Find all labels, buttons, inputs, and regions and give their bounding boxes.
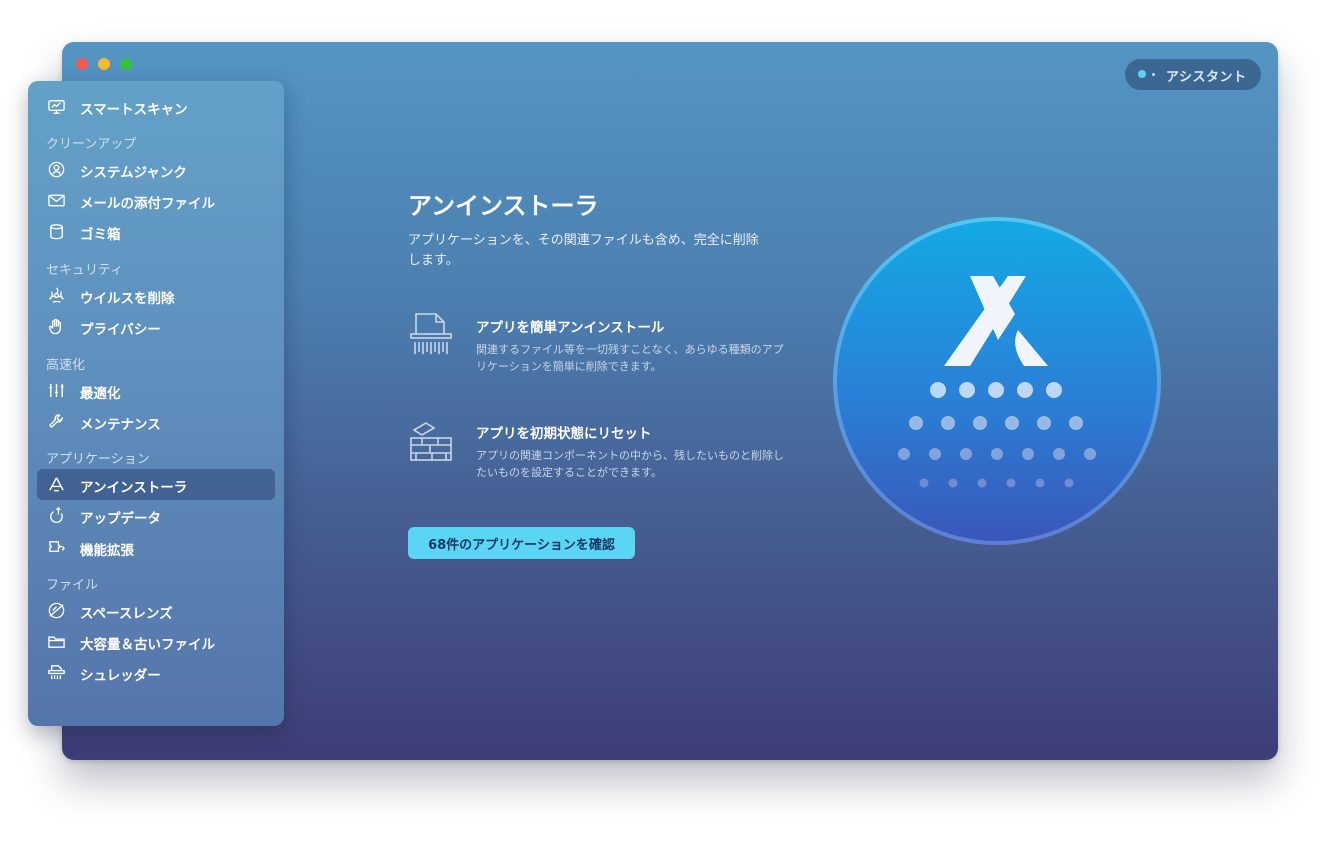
sidebar-item-privacy[interactable]: プライバシー — [37, 311, 275, 342]
section-heading-speed: 高速化 — [46, 358, 86, 373]
brick-wall-icon — [410, 422, 452, 461]
sidebar-item-optimization[interactable]: 最適化 — [37, 375, 275, 406]
space-lens-icon — [48, 602, 65, 619]
sidebar-item-label: システムジャンク — [80, 165, 187, 181]
sidebar-item-label: スペースレンズ — [80, 606, 173, 622]
sidebar-item-label: メンテナンス — [80, 417, 161, 433]
shredder-icon — [48, 665, 65, 680]
sidebar-item-remove-virus[interactable]: ウイルスを削除 — [37, 280, 275, 311]
section-heading-cleanup: クリーンアップ — [46, 137, 137, 152]
sidebar-item-label: アンインストーラ — [80, 480, 188, 496]
section-heading-applications: アプリケーション — [46, 452, 150, 467]
sidebar-item-label: ゴミ箱 — [80, 227, 121, 243]
trash-icon — [50, 224, 63, 240]
smart-scan-icon — [48, 100, 65, 114]
feature-title-reset-app: アプリを初期状態にリセット — [476, 426, 652, 442]
sidebar-item-uninstaller[interactable]: アンインストーラ — [37, 469, 275, 500]
section-heading-files: ファイル — [46, 578, 99, 593]
sidebar-item-label: 最適化 — [80, 386, 121, 402]
zoom-window-button[interactable] — [120, 58, 132, 70]
updater-icon — [50, 506, 63, 524]
page-description: アプリケーションを、その関連ファイルも含め、完全に削除します。 — [408, 233, 759, 268]
sidebar-item-label: ウイルスを削除 — [80, 291, 175, 307]
sidebar-item-updater[interactable]: アップデータ — [37, 500, 275, 531]
assistant-button[interactable]: アシスタント — [1125, 59, 1261, 90]
sidebar-item-system-junk[interactable]: システムジャンク — [37, 154, 275, 185]
extensions-icon — [49, 541, 66, 552]
assistant-label: アシスタント — [1166, 70, 1247, 85]
close-window-button[interactable] — [76, 58, 88, 70]
page-title: アンインストーラ — [408, 192, 599, 220]
sidebar-item-label: 大容量＆古いファイル — [80, 637, 215, 653]
feature-title-easy-uninstall: アプリを簡単アンインストール — [476, 320, 665, 336]
minimize-window-button[interactable] — [98, 58, 110, 70]
sidebar-item-label: アップデータ — [80, 511, 161, 527]
biohazard-icon — [49, 287, 64, 303]
hand-icon — [48, 318, 61, 335]
sidebar-item-label: 機能拡張 — [80, 543, 134, 559]
uninstaller-hero-icon — [833, 217, 1161, 545]
feature-description-easy-uninstall: 関連するファイル等を一切残すことなく、あらゆる種類のアプリケーションを簡単に削除… — [476, 343, 784, 373]
system-junk-icon — [48, 161, 65, 178]
section-heading-security: セキュリティ — [46, 263, 124, 278]
sidebar-item-label: スマートスキャン — [80, 102, 188, 118]
mail-icon — [48, 194, 65, 207]
sidebar-item-label: プライバシー — [80, 322, 161, 338]
wrench-icon — [49, 414, 63, 428]
document-shred-icon — [410, 313, 452, 354]
sidebar-item-space-lens[interactable]: スペースレンズ — [37, 595, 275, 626]
sidebar-item-mail-attachments[interactable]: メールの添付ファイル — [37, 185, 275, 216]
sidebar: スマートスキャン クリーンアップ システムジャンク メールの添付ファイル ゴミ箱… — [28, 81, 284, 726]
sliders-icon — [49, 383, 64, 398]
sidebar-item-label: メールの添付ファイル — [80, 196, 215, 212]
view-applications-button[interactable]: 68件のアプリケーションを確認 — [408, 527, 635, 559]
uninstaller-icon — [49, 477, 64, 492]
sidebar-item-trash[interactable]: ゴミ箱 — [37, 216, 275, 247]
sidebar-item-maintenance[interactable]: メンテナンス — [37, 406, 275, 437]
sidebar-item-label: シュレッダー — [80, 668, 161, 684]
sidebar-item-shredder[interactable]: シュレッダー — [37, 657, 275, 688]
sidebar-item-large-old-files[interactable]: 大容量＆古いファイル — [37, 626, 275, 657]
sidebar-item-extensions[interactable]: 機能拡張 — [37, 532, 275, 563]
folder-icon — [48, 636, 65, 648]
feature-description-reset-app: アプリの関連コンポーネントの中から、残したいものと削除したいものを設定することが… — [476, 449, 784, 479]
assistant-status-icon — [1138, 70, 1146, 78]
sidebar-item-smart-scan[interactable]: スマートスキャン — [37, 91, 275, 122]
